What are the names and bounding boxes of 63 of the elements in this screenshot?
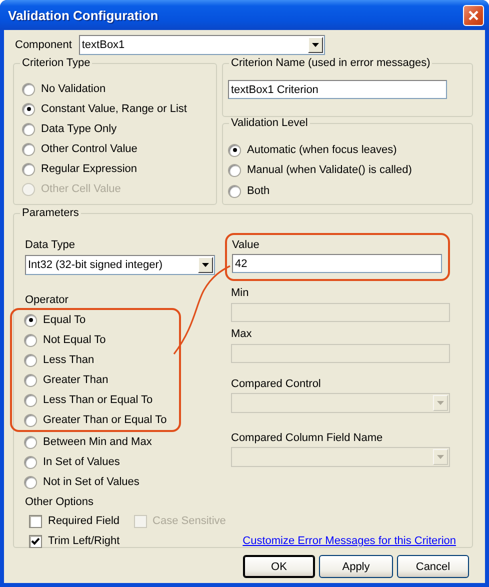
radio-option[interactable]: Between Min and Max <box>24 432 152 452</box>
field-label: Component <box>15 39 72 51</box>
data-type-dropdown[interactable]: Int32 (32-bit signed integer) <box>25 255 215 275</box>
field-label: Compared Column Field Name <box>231 432 384 444</box>
radio-option[interactable]: Less Than or Equal To <box>24 390 153 410</box>
checkbox[interactable]: Required Field <box>29 511 120 531</box>
field-label: Value <box>232 239 260 251</box>
radio-option[interactable]: Greater Than <box>24 370 108 390</box>
dialog-button[interactable]: Cancel <box>397 555 469 578</box>
radio-option[interactable]: Equal To <box>24 310 86 330</box>
checkmark-icon <box>31 536 40 546</box>
radio-circle[interactable] <box>24 334 37 346</box>
dialog-button[interactable]: Apply <box>319 555 393 578</box>
radio-circle[interactable] <box>22 82 35 96</box>
radio-circle[interactable] <box>24 394 37 406</box>
checkbox[interactable]: Trim Left/Right <box>29 531 120 551</box>
radio-circle[interactable] <box>24 436 37 448</box>
radio-option[interactable]: Other Control Value <box>22 139 138 159</box>
radio-option[interactable]: Constant Value, Range or List <box>22 99 187 119</box>
window-title: Validation Configuration <box>8 8 160 22</box>
field-label: Operator <box>25 294 70 306</box>
close-button[interactable] <box>463 4 484 26</box>
radio-circle[interactable] <box>24 476 37 488</box>
close-icon <box>468 10 479 20</box>
selected-radio-circle[interactable] <box>228 144 241 156</box>
radio-option[interactable]: Data Type Only <box>22 119 117 139</box>
radio-option[interactable]: No Validation <box>22 79 106 99</box>
dialog-button[interactable]: OK <box>243 555 315 578</box>
radio-option[interactable]: Not in Set of Values <box>24 472 140 492</box>
radio-circle[interactable] <box>24 456 37 468</box>
caret-icon <box>437 455 444 459</box>
radio-circle[interactable] <box>24 354 37 366</box>
radio-circle[interactable] <box>228 184 241 198</box>
radio-circle[interactable] <box>24 414 37 426</box>
caret-icon <box>312 43 319 47</box>
customize-link[interactable]: Customize Error Messages for this Criterion <box>242 535 456 547</box>
field-label: Other Options <box>25 496 94 508</box>
caret-icon <box>437 401 444 405</box>
group-title: Criterion Type <box>20 57 92 70</box>
component-dropdown[interactable]: textBox1 <box>78 35 325 55</box>
radio-circle[interactable] <box>22 162 35 176</box>
selected-radio-circle[interactable] <box>22 102 35 116</box>
field-label: Data Type <box>25 239 76 251</box>
radio-circle[interactable] <box>24 374 37 386</box>
radio-circle[interactable] <box>22 122 35 136</box>
field-label: Compared Control <box>231 378 322 390</box>
field-label: Min <box>231 287 250 299</box>
radio-option[interactable]: Not Equal To <box>24 330 106 350</box>
radio-option[interactable]: Both <box>228 181 270 201</box>
criterion-name-field[interactable]: textBox1 Criterion <box>228 80 447 99</box>
field-label: Max <box>231 328 253 340</box>
radio-option[interactable]: In Set of Values <box>24 452 120 472</box>
radio-option[interactable]: Less Than <box>24 350 94 370</box>
radio-circle[interactable] <box>228 164 241 176</box>
radio-option[interactable]: Regular Expression <box>22 159 137 179</box>
radio-option[interactable]: Automatic (when focus leaves) <box>228 140 397 160</box>
radio-option[interactable]: Greater Than or Equal To <box>24 410 167 430</box>
radio-option[interactable]: Manual (when Validate() is called) <box>228 160 412 180</box>
caret-icon <box>202 263 209 267</box>
radio-circle[interactable] <box>22 142 35 156</box>
selected-radio-circle[interactable] <box>24 314 37 326</box>
value-field[interactable]: 42 <box>232 254 442 273</box>
group-title: Criterion Name (used in error messages) <box>229 57 432 70</box>
